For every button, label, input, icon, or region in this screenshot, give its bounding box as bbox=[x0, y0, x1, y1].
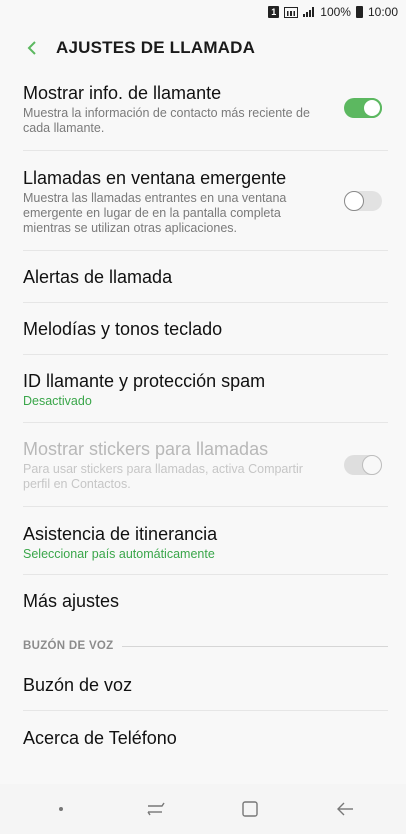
setting-status: Seleccionar país automáticamente bbox=[23, 547, 215, 561]
toggle-knob bbox=[362, 455, 382, 475]
setting-caller-id-spam[interactable]: ID llamante y protección spam Desactivad… bbox=[23, 355, 388, 423]
overview-square-icon[interactable] bbox=[230, 789, 270, 829]
setting-description: Para usar stickers para llamadas, activa… bbox=[23, 462, 303, 491]
setting-call-stickers: Mostrar stickers para llamadas Para usar… bbox=[23, 423, 388, 507]
setting-title: Alertas de llamada bbox=[23, 267, 173, 287]
setting-title: Más ajustes bbox=[23, 591, 120, 611]
navigation-bar bbox=[0, 784, 406, 834]
setting-call-alerts[interactable]: Alertas de llamada bbox=[23, 251, 388, 303]
page-title: AJUSTES DE LLAMADA bbox=[56, 38, 256, 57]
setting-title: Mostrar stickers para llamadas bbox=[23, 439, 269, 459]
setting-title: Mostrar info. de llamante bbox=[23, 83, 222, 103]
setting-popup-calls[interactable]: Llamadas en ventana emergente Muestra la… bbox=[23, 151, 388, 251]
setting-title: Asistencia de itinerancia bbox=[23, 524, 218, 544]
setting-title: ID llamante y protección spam bbox=[23, 371, 266, 391]
toggle-knob bbox=[362, 98, 382, 118]
setting-show-caller-info[interactable]: Mostrar info. de llamante Muestra la inf… bbox=[23, 72, 388, 151]
settings-list: Mostrar info. de llamante Muestra la inf… bbox=[0, 72, 406, 763]
toggle-knob bbox=[344, 191, 364, 211]
status-bar: 1 100% 10:00 bbox=[0, 0, 406, 24]
setting-title: Llamadas en ventana emergente bbox=[23, 168, 287, 188]
section-header-voicemail: BUZÓN DE VOZ bbox=[23, 632, 388, 660]
toggle-switch[interactable] bbox=[344, 191, 382, 211]
clock: 10:00 bbox=[367, 5, 398, 19]
back-arrow-icon[interactable] bbox=[325, 789, 365, 829]
setting-voicemail[interactable]: Buzón de voz bbox=[23, 660, 388, 711]
setting-description: Muestra las llamadas entrantes en una ve… bbox=[23, 191, 287, 235]
recents-icon[interactable] bbox=[136, 789, 176, 829]
cell-signal-icon bbox=[303, 7, 315, 17]
app-header: AJUSTES DE LLAMADA bbox=[0, 24, 406, 72]
setting-more[interactable]: Más ajustes bbox=[23, 575, 388, 626]
section-divider bbox=[121, 645, 388, 647]
battery-percentage: 100% bbox=[320, 5, 351, 19]
setting-title: Melodías y tonos teclado bbox=[23, 319, 223, 339]
setting-title: Buzón de voz bbox=[23, 675, 133, 695]
setting-about-phone[interactable]: Acerca de Teléfono bbox=[23, 711, 388, 763]
section-label: BUZÓN DE VOZ bbox=[23, 640, 114, 652]
toggle-switch bbox=[344, 455, 382, 475]
signal-strength-icon bbox=[284, 6, 299, 18]
chevron-left-icon[interactable] bbox=[22, 38, 42, 58]
toggle-switch[interactable] bbox=[344, 98, 382, 118]
battery-icon bbox=[355, 6, 363, 18]
home-dot-icon[interactable] bbox=[41, 789, 81, 829]
setting-title: Acerca de Teléfono bbox=[23, 728, 177, 748]
setting-ringtones[interactable]: Melodías y tonos teclado bbox=[23, 303, 388, 355]
setting-status: Desactivado bbox=[23, 394, 92, 408]
setting-description: Muestra la información de contacto más r… bbox=[23, 106, 310, 135]
setting-roaming-assist[interactable]: Asistencia de itinerancia Seleccionar pa… bbox=[23, 507, 388, 575]
sim-icon: 1 bbox=[268, 6, 280, 18]
